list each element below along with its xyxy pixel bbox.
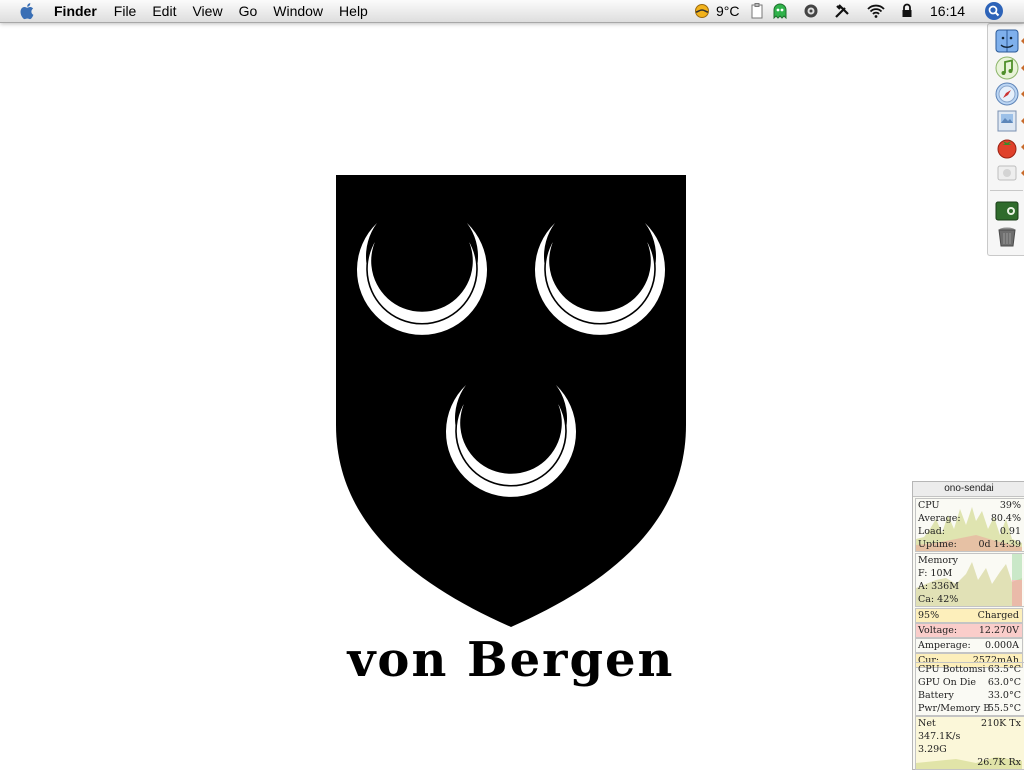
temp-label: Pwr/Memory B (918, 703, 991, 714)
dock (987, 23, 1024, 256)
memory-active: A: 336M (918, 581, 959, 592)
voltage-label: Voltage: (918, 625, 958, 636)
memory-cache: Ca: 42% (918, 594, 959, 605)
family-name: von Bergen (347, 632, 675, 688)
system-monitor-widget[interactable]: ono-sendai CPU 39% Average: 80.4% Load: 0.9… (912, 481, 1024, 770)
menu-view[interactable]: View (192, 0, 222, 22)
battery-percent: 95% (918, 610, 940, 621)
cpu-average-label: Average: (918, 513, 961, 524)
network-section: Net 210K Tx 347.1K/s 3.29G 26.7K Rx (915, 716, 1024, 770)
net-label: Net (918, 718, 936, 729)
shield-field (336, 175, 686, 627)
cpu-section: CPU 39% Average: 80.4% Load: 0.91 Uptime: 0d… (915, 498, 1024, 552)
battery-state: Charged (977, 610, 1019, 621)
lock-icon[interactable] (901, 0, 913, 22)
net-tx: 210K Tx (981, 718, 1021, 729)
voltage-value: 12.270V (978, 625, 1019, 636)
battery-section: 95% Charged Voltage: 12.270V Amperage: 0.00… (915, 608, 1023, 668)
safari-icon[interactable] (995, 82, 1019, 106)
uptime-value: 0d 14:39 (978, 539, 1021, 550)
memory-label: Memory (918, 555, 958, 566)
net-rate: 347.1K/s (918, 731, 961, 742)
net-rx: 26.7K Rx (977, 757, 1021, 768)
ghost-icon[interactable] (772, 0, 788, 22)
menu-help[interactable]: Help (339, 0, 368, 22)
wifi-icon[interactable] (866, 0, 886, 22)
amperage-label: Amperage: (918, 640, 971, 651)
temp-value: 33.0°C (987, 690, 1021, 701)
cpu-average-value: 80.4% (990, 513, 1021, 524)
preview-icon[interactable] (995, 109, 1019, 133)
menu-go[interactable]: Go (239, 0, 258, 22)
uptime-label: Uptime: (918, 539, 957, 550)
menu-bar: Finder File Edit View Go Window Help 9°C… (0, 0, 1024, 23)
cpu-value: 39% (999, 500, 1021, 511)
temp-label: Battery (918, 690, 954, 701)
camera-icon[interactable] (803, 0, 819, 22)
temp-label: CPU Bottomsi (918, 664, 986, 675)
monitor-hostname: ono-sendai (913, 482, 1024, 497)
load-label: Load: (918, 526, 945, 537)
menu-window[interactable]: Window (273, 0, 323, 22)
temp-value: 63.0°C (987, 677, 1021, 688)
photo-folder-icon[interactable] (995, 199, 1019, 223)
clipboard-icon[interactable] (751, 0, 765, 22)
amperage-value: 0.000A (984, 640, 1019, 651)
temp-label: GPU On Die (918, 677, 977, 688)
memory-section: Memory F: 10M A: 336M Ca: 42% (915, 553, 1024, 607)
menu-edit[interactable]: Edit (152, 0, 176, 22)
memory-free: F: 10M (918, 568, 953, 579)
menu-clock[interactable]: 16:14 (930, 0, 965, 22)
temperature-section: CPU Bottomsi 63.5°C GPU On Die 63.0°C Batt… (915, 662, 1024, 716)
net-total: 3.29G (918, 744, 947, 755)
weather-temp[interactable]: 9°C (716, 0, 740, 22)
weather-icon[interactable] (694, 0, 712, 22)
dock-separator (990, 190, 1023, 191)
trash-icon[interactable] (995, 225, 1019, 249)
load-value: 0.91 (999, 526, 1021, 537)
finder-icon[interactable] (995, 29, 1019, 53)
menu-finder[interactable]: Finder (54, 0, 97, 22)
tools-icon[interactable] (834, 0, 850, 22)
tomato-icon[interactable] (995, 135, 1019, 159)
apple-menu-icon[interactable] (19, 2, 37, 20)
menu-file[interactable]: File (114, 0, 137, 22)
temp-value: 55.5°C (987, 703, 1021, 714)
temp-value: 63.5°C (987, 664, 1021, 675)
app-icon[interactable] (995, 161, 1019, 185)
itunes-icon[interactable] (995, 56, 1019, 80)
spotlight-icon[interactable] (984, 0, 1004, 22)
cpu-label: CPU (918, 500, 940, 511)
coat-of-arms-shield (336, 175, 686, 627)
